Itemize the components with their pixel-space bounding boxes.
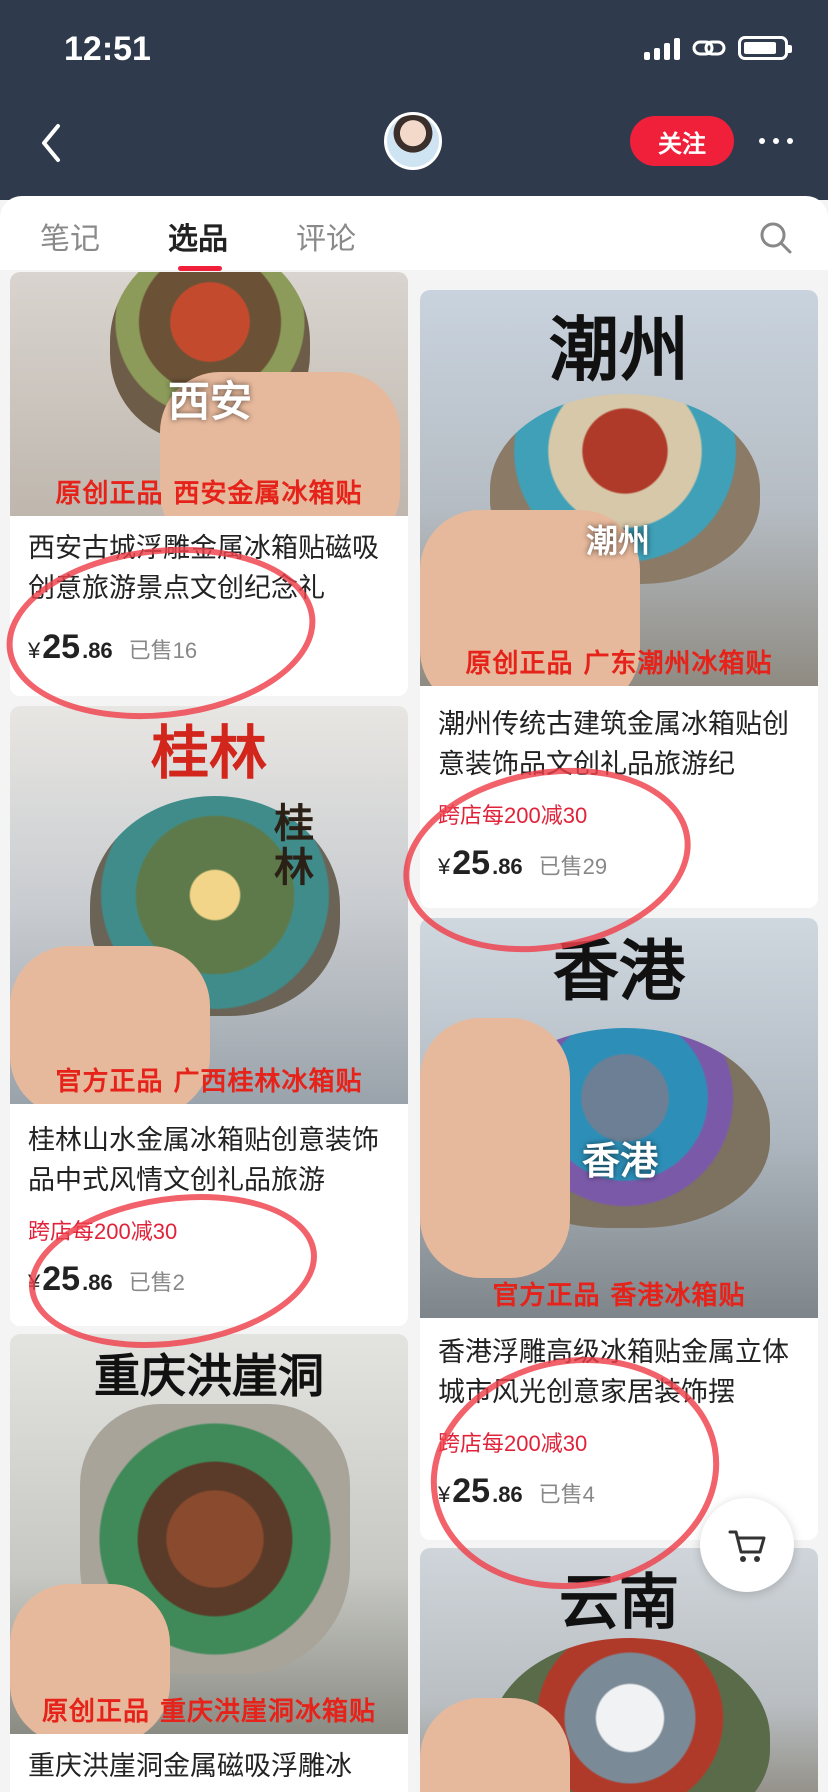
search-icon[interactable] <box>758 220 794 256</box>
image-overlay-label: 原创正品 重庆洪崖洞冰箱贴 <box>41 1697 377 1727</box>
sold-count: 已售2 <box>128 1270 185 1295</box>
product-title[interactable]: 香港浮雕高级冰箱贴金属立体城市风光创意家居装饰摆 <box>438 1332 800 1412</box>
product-image[interactable]: 香港 香港 官方正品 香港冰箱贴 <box>420 918 818 1318</box>
price-decimal: .86 <box>492 1482 523 1507</box>
hand <box>420 1698 570 1792</box>
signal-icon <box>644 36 680 60</box>
image-title: 潮州 <box>549 308 689 391</box>
product-card[interactable]: 香港 香港 官方正品 香港冰箱贴 香港浮雕高级冰箱贴金属立体城市风光创意家居装饰… <box>420 918 818 1540</box>
hand <box>420 1018 570 1278</box>
price-currency: ¥ <box>438 1482 451 1507</box>
product-title[interactable]: 桂林山水金属冰箱贴创意装饰品中式风情文创礼品旅游 <box>28 1120 390 1200</box>
price-currency: ¥ <box>28 1270 41 1295</box>
wifi-link-icon <box>692 40 726 56</box>
price-decimal: .86 <box>492 854 523 879</box>
sold-count: 已售4 <box>538 1482 595 1507</box>
product-card[interactable]: 潮州 潮州 原创正品 广东潮州冰箱贴 潮州传统古建筑金属冰箱贴创意装饰品文创礼品… <box>420 290 818 908</box>
product-card[interactable]: 西安 原创正品 西安金属冰箱贴 西安古城浮雕金属冰箱贴磁吸创意旅游景点文创纪念礼… <box>10 272 408 696</box>
sold-count: 已售29 <box>538 854 608 879</box>
image-title: 桂林 <box>150 719 267 787</box>
price-integer: 25 <box>42 628 81 666</box>
sold-count: 已售16 <box>128 638 198 663</box>
product-card[interactable]: 桂林 桂林 官方正品 广西桂林冰箱贴 桂林山水金属冰箱贴创意装饰品中式风情文创礼… <box>10 706 408 1326</box>
price-integer: 25 <box>42 1260 81 1298</box>
battery-icon <box>738 36 792 60</box>
product-price: ¥ 25 .86 已售4 <box>438 1472 595 1511</box>
product-image[interactable]: 重庆洪崖洞 原创正品 重庆洪崖洞冰箱贴 <box>10 1334 408 1734</box>
promo-tag: 跨店每200减30 <box>28 1219 178 1244</box>
cart-icon <box>728 1530 766 1562</box>
product-price: ¥ 25 .86 已售16 <box>28 628 197 667</box>
price-currency: ¥ <box>28 638 41 663</box>
image-overlay-label: 官方正品 广西桂林冰箱贴 <box>55 1067 363 1097</box>
price-integer: 25 <box>452 1472 491 1510</box>
image-overlay-label: 原创正品 西安金属冰箱贴 <box>55 479 363 509</box>
image-overlay-label: 官方正品 香港冰箱贴 <box>492 1281 746 1311</box>
tab-comments[interactable]: 评论 <box>296 214 356 258</box>
price-integer: 25 <box>452 844 491 882</box>
follow-button[interactable]: 关注 <box>630 116 734 166</box>
more-icon[interactable] <box>754 126 798 156</box>
magnet-text: 潮州 <box>586 522 651 560</box>
price-decimal: .86 <box>82 1270 113 1295</box>
promo-tag: 跨店每200减30 <box>438 803 588 828</box>
magnet-text: 西安 <box>168 377 253 426</box>
avatar[interactable] <box>384 112 442 170</box>
product-title[interactable]: 重庆洪崖洞金属磁吸浮雕冰 <box>28 1746 390 1786</box>
magnet-text: 桂林 <box>274 800 314 891</box>
promo-tag: 跨店每200减30 <box>438 1431 588 1456</box>
image-overlay-label: 原创正品 广东潮州冰箱贴 <box>465 649 773 679</box>
status-icons <box>644 36 792 60</box>
image-title: 重庆洪崖洞 <box>94 1349 324 1403</box>
product-title[interactable]: 潮州传统古建筑金属冰箱贴创意装饰品文创礼品旅游纪 <box>438 704 800 784</box>
product-price: ¥ 25 .86 已售29 <box>438 844 607 883</box>
magnet-text: 香港 <box>582 1138 659 1183</box>
header-bar: 12:51 关注 <box>0 0 828 200</box>
product-image[interactable]: 桂林 桂林 官方正品 广西桂林冰箱贴 <box>10 706 408 1104</box>
cart-button[interactable] <box>700 1498 794 1592</box>
product-title[interactable]: 西安古城浮雕金属冰箱贴磁吸创意旅游景点文创纪念礼 <box>28 528 390 608</box>
product-image[interactable]: 西安 原创正品 西安金属冰箱贴 <box>10 272 408 516</box>
tab-products[interactable]: 选品 <box>168 214 228 258</box>
tab-active-indicator <box>178 266 222 271</box>
tab-bar: 笔记 选品 评论 <box>0 196 828 270</box>
price-currency: ¥ <box>438 854 451 879</box>
back-icon[interactable] <box>32 118 72 168</box>
product-price: ¥ 25 .86 已售2 <box>28 1260 185 1299</box>
tab-notes[interactable]: 笔记 <box>40 214 100 258</box>
image-title: 香港 <box>553 932 685 1010</box>
product-card[interactable]: 重庆洪崖洞 原创正品 重庆洪崖洞冰箱贴 重庆洪崖洞金属磁吸浮雕冰 <box>10 1334 408 1792</box>
product-image[interactable]: 潮州 潮州 原创正品 广东潮州冰箱贴 <box>420 290 818 686</box>
price-decimal: .86 <box>82 638 113 663</box>
status-time: 12:51 <box>64 30 151 68</box>
